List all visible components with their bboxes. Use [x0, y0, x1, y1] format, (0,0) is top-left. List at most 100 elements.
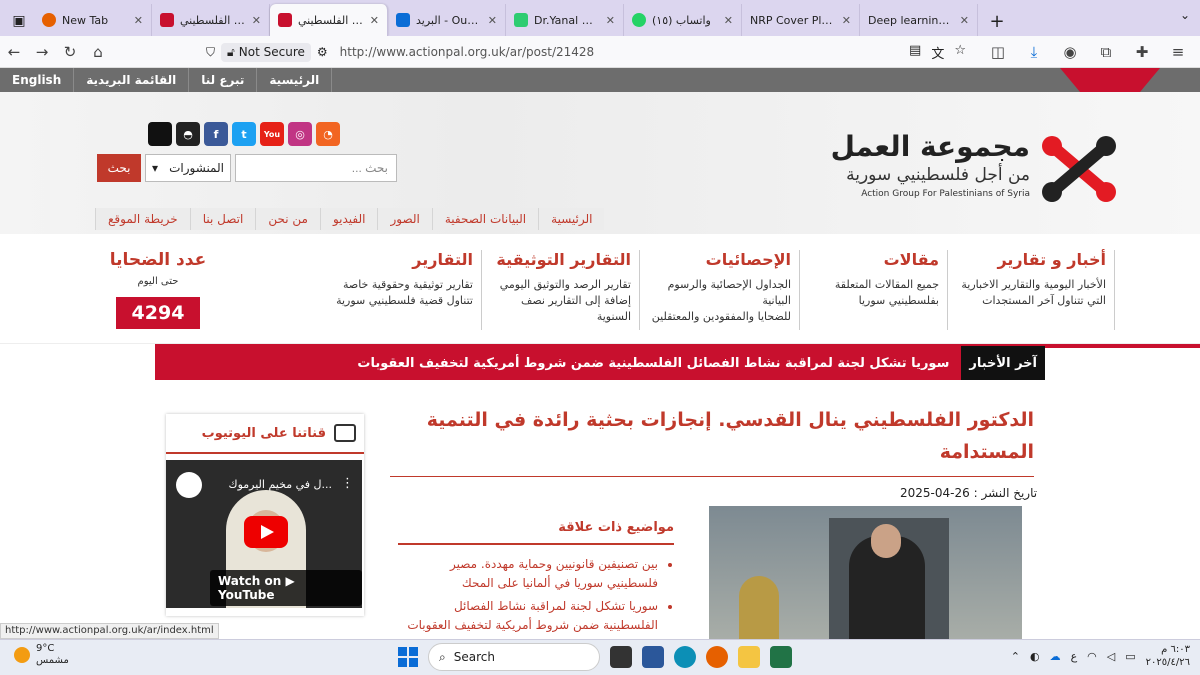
- tab-4[interactable]: Dr.Yanal Alkuddsi✕: [506, 4, 624, 36]
- permissions-icon[interactable]: ⚙: [317, 45, 328, 59]
- screenshot-icon[interactable]: ⧉: [1092, 38, 1120, 66]
- account-icon[interactable]: ◉: [1056, 38, 1084, 66]
- tab-1[interactable]: الدكتور الفلسطيني✕: [152, 4, 270, 36]
- android-icon[interactable]: ◓: [176, 122, 200, 146]
- close-tab-icon[interactable]: ✕: [252, 14, 261, 27]
- nav-sitemap[interactable]: خريطة الموقع: [95, 208, 190, 230]
- url-bar[interactable]: ⛉ 🔓︎ Not Secure ⚙ http://www.actionpal.or…: [206, 39, 966, 65]
- close-tab-icon[interactable]: ✕: [370, 14, 379, 27]
- tab-5[interactable]: واتساب (١٥) ✕: [624, 4, 742, 36]
- tab-0[interactable]: New Tab ✕: [34, 4, 152, 36]
- edge-icon[interactable]: [674, 646, 696, 668]
- nav-press[interactable]: البيانات الصحفية: [431, 208, 539, 230]
- not-secure-badge[interactable]: 🔓︎ Not Secure: [221, 42, 311, 62]
- speaker-icon[interactable]: ◁: [1107, 650, 1115, 663]
- search-icon: ⌕: [439, 649, 446, 664]
- nav-contact[interactable]: اتصل بنا: [189, 208, 256, 230]
- close-tab-icon[interactable]: ✕: [842, 14, 851, 27]
- forward-icon[interactable]: →: [28, 38, 56, 66]
- firefox-taskbar-icon[interactable]: [706, 646, 728, 668]
- pocket-icon[interactable]: ◫: [984, 38, 1012, 66]
- english-link[interactable]: English: [0, 68, 75, 92]
- category-statistics[interactable]: الإحصائيات الجداول الإحصائية والرسوم الب…: [650, 250, 800, 330]
- nav-photos[interactable]: الصور: [377, 208, 432, 230]
- apple-icon[interactable]: [148, 122, 172, 146]
- shield-icon[interactable]: ⛉: [206, 45, 215, 60]
- download-icon[interactable]: ⤓: [1020, 38, 1048, 66]
- home-icon[interactable]: ⌂: [84, 38, 112, 66]
- close-tab-icon[interactable]: ✕: [606, 14, 615, 27]
- windows-start-icon[interactable]: [398, 647, 418, 667]
- tab-list-icon[interactable]: ▣: [4, 6, 34, 36]
- facebook-icon[interactable]: f: [204, 122, 228, 146]
- category-documentation[interactable]: التقارير التوثيقية تقارير الرصد والتوثيق…: [490, 250, 640, 330]
- youtube-icon[interactable]: You: [260, 122, 284, 146]
- copilot-icon[interactable]: ◐: [1030, 650, 1040, 663]
- donate-link[interactable]: تبرع لنا: [189, 68, 258, 92]
- mailing-list-link[interactable]: القائمة البريدية: [74, 68, 190, 92]
- close-tab-icon[interactable]: ✕: [724, 14, 733, 27]
- taskbar-search[interactable]: ⌕ Search: [428, 643, 600, 671]
- close-tab-icon[interactable]: ✕: [488, 14, 497, 27]
- related-link[interactable]: سوريا تشكل لجنة لمراقبة نشاط الفصائل الف…: [398, 597, 658, 635]
- file-explorer-icon[interactable]: [738, 646, 760, 668]
- youtube-widget-header: قناتنا على اليوتيوب: [166, 414, 364, 454]
- clock[interactable]: ٦:٠٣ م ٢٠٢٥/٤/٢٦: [1146, 643, 1190, 669]
- social-icons: ◓ f t You ◎ ◔: [148, 122, 340, 146]
- nav-home[interactable]: الرئيسية: [538, 208, 605, 230]
- new-tab-icon[interactable]: +: [982, 6, 1012, 36]
- site-name[interactable]: مجموعة العمل من أجل فلسطينيي سورية Actio…: [831, 130, 1030, 199]
- article-title: الدكتور الفلسطيني ينال القدسي. إنجازات ب…: [390, 404, 1034, 477]
- chevron-down-icon[interactable]: ⌄: [1180, 8, 1190, 22]
- reload-icon[interactable]: ↻: [56, 38, 84, 66]
- news-ticker: آخر الأخبار سوريا تشكل لجنة لمراقبة نشاط…: [155, 346, 1045, 380]
- onedrive-icon[interactable]: ☁: [1050, 650, 1061, 663]
- close-tab-icon[interactable]: ✕: [134, 14, 143, 27]
- video-title[interactable]: ...ل في مخيم اليرموك: [229, 478, 332, 491]
- task-view-icon[interactable]: [610, 646, 632, 668]
- excel-icon[interactable]: [770, 646, 792, 668]
- extensions-icon[interactable]: ✚: [1128, 38, 1156, 66]
- instagram-icon[interactable]: ◎: [288, 122, 312, 146]
- tab-3[interactable]: البريد - Outlook✕: [388, 4, 506, 36]
- play-button-icon[interactable]: [244, 516, 288, 548]
- search-scope-select[interactable]: ▾ المنشورات: [145, 154, 231, 182]
- close-tab-icon[interactable]: ✕: [960, 14, 969, 27]
- search-button[interactable]: بحث: [97, 154, 141, 182]
- language-indicator[interactable]: ع: [1071, 650, 1078, 663]
- word-icon[interactable]: [642, 646, 664, 668]
- rss-icon[interactable]: ◔: [316, 122, 340, 146]
- battery-icon[interactable]: ▭: [1125, 650, 1135, 663]
- tab-7[interactable]: Deep learning Model✕: [860, 4, 978, 36]
- twitter-icon[interactable]: t: [232, 122, 256, 146]
- tab-6[interactable]: NRP Cover Playground✕: [742, 4, 860, 36]
- weather-widget[interactable]: 9°C مشمس: [14, 643, 69, 667]
- main-nav: الرئيسية البيانات الصحفية الصور الفيديو …: [95, 208, 605, 230]
- ticker-label: آخر الأخبار: [961, 346, 1045, 380]
- bookmark-star-icon[interactable]: ☆: [954, 43, 966, 62]
- home-link[interactable]: الرئيسية: [257, 68, 333, 92]
- nav-about[interactable]: من نحن: [255, 208, 320, 230]
- back-icon[interactable]: ←: [0, 38, 28, 66]
- channel-logo-icon[interactable]: [176, 472, 202, 498]
- category-articles[interactable]: مقالات جميع المقالات المتعلقة بفلسطينيي …: [808, 250, 948, 330]
- related-link[interactable]: بين تصنيفين قانونيين وحماية مهددة. مصير …: [398, 555, 658, 593]
- menu-icon[interactable]: ≡: [1164, 38, 1192, 66]
- tab-2[interactable]: الدكتور الفلسطيني✕: [270, 4, 388, 36]
- related-topics: مواضيع ذات علاقة بين تصنيفين قانونيين وح…: [398, 520, 674, 639]
- youtube-video-embed[interactable]: ...ل في مخيم اليرموك ⋮ Watch on ▶ YouTub…: [166, 460, 362, 608]
- translate-icon[interactable]: 文: [931, 43, 944, 62]
- wifi-icon[interactable]: ◠: [1087, 650, 1097, 663]
- victims-counter[interactable]: عدد الضحايا حتى اليوم 4294: [100, 250, 216, 329]
- watch-on-youtube-button[interactable]: Watch on ▶ YouTube: [210, 570, 362, 606]
- category-reports[interactable]: التقارير تقارير توثيقية وحقوقية خاصة تتن…: [326, 250, 482, 330]
- category-news[interactable]: أخبار و تقارير الأخبار اليومية والتقارير…: [955, 250, 1115, 330]
- search-input[interactable]: [235, 154, 397, 182]
- url-text[interactable]: http://www.actionpal.org.uk/ar/post/2142…: [340, 45, 595, 59]
- site-logo-icon[interactable]: [1038, 128, 1120, 210]
- ticker-headline[interactable]: سوريا تشكل لجنة لمراقبة نشاط الفصائل الف…: [345, 356, 961, 371]
- nav-video[interactable]: الفيديو: [319, 208, 378, 230]
- more-options-icon[interactable]: ⋮: [341, 476, 354, 491]
- reader-view-icon[interactable]: ▤: [909, 43, 921, 62]
- chevron-up-icon[interactable]: ⌃: [1011, 650, 1020, 663]
